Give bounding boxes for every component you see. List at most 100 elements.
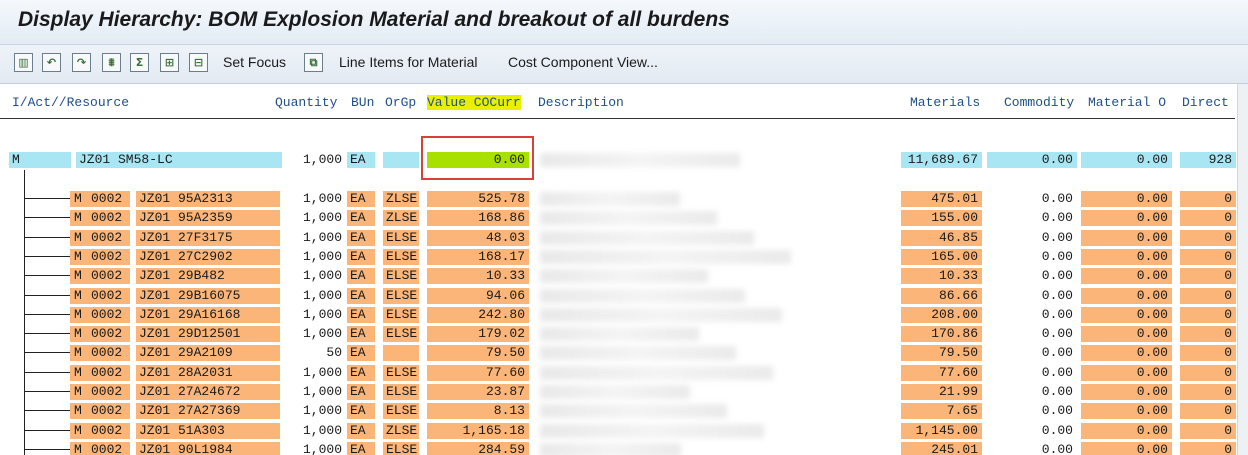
sum-icon[interactable]: Σ <box>130 53 149 72</box>
tree-branch <box>24 256 70 257</box>
row-material-o: 0.00 <box>1081 230 1172 246</box>
header-divider <box>0 118 1235 119</box>
row-value: 284.59 <box>427 442 529 455</box>
column-header-material-o[interactable]: Material O <box>1088 95 1166 110</box>
row-commodity: 0.00 <box>1041 423 1073 438</box>
line-items-icon[interactable]: ⧉ <box>304 53 323 72</box>
row-material: JZ01 29B16075 <box>136 288 280 304</box>
back-document-icon[interactable]: ↶ <box>42 53 61 72</box>
row-plant: 0002 <box>91 249 123 264</box>
line-items-for-material-button[interactable]: Line Items for Material <box>339 54 478 70</box>
row-value: 48.03 <box>427 230 529 246</box>
row-material: JZ01 95A2359 <box>136 210 280 226</box>
column-header-commodity[interactable]: Commodity <box>1004 95 1074 110</box>
column-header-direct[interactable]: Direct <box>1182 95 1229 110</box>
row-quantity: 1,000 <box>302 230 342 245</box>
column-header-bun[interactable]: BUn <box>351 95 374 110</box>
row-direct: 0 <box>1180 210 1236 226</box>
tree-branch <box>24 449 70 450</box>
row-orggp: ELSE <box>383 307 419 323</box>
row-material-o: 0.00 <box>1081 210 1172 226</box>
row-commodity: 0.00 <box>1041 326 1073 341</box>
set-focus-button[interactable]: Set Focus <box>223 54 286 70</box>
row-description-redacted <box>540 289 745 303</box>
row-bun: EA <box>347 326 375 342</box>
column-header-materials[interactable]: Materials <box>910 95 980 110</box>
row-plant: 0002 <box>91 191 123 206</box>
row-materials: 155.00 <box>901 210 982 226</box>
tree-branch <box>24 217 70 218</box>
row-direct: 0 <box>1180 345 1236 361</box>
filter-icon[interactable]: ⩩ <box>102 53 121 72</box>
row-quantity: 1,000 <box>302 191 342 206</box>
row-quantity: 1,000 <box>302 307 342 322</box>
row-orggp: ZLSE <box>383 210 419 226</box>
row-direct: 0 <box>1180 249 1236 265</box>
column-header-description[interactable]: Description <box>538 95 624 110</box>
row-commodity: 0.00 <box>1041 307 1073 322</box>
row-orggp: ELSE <box>383 442 419 455</box>
row-bun: EA <box>347 442 375 455</box>
column-header-orggp[interactable]: OrGp <box>385 95 416 110</box>
row-value: 525.78 <box>427 191 529 207</box>
row-quantity: 1,000 <box>302 403 342 418</box>
row-material: JZ01 29A2109 <box>136 345 280 361</box>
title-bar: Display Hierarchy: BOM Explosion Materia… <box>0 0 1248 45</box>
row-commodity: 0.00 <box>1041 268 1073 283</box>
row-material-o: 0.00 <box>1081 403 1172 419</box>
row-bun: EA <box>347 210 375 226</box>
row-direct: 0 <box>1180 230 1236 246</box>
row-description-redacted <box>540 327 699 341</box>
row-materials: 245.01 <box>901 442 982 455</box>
row-material: JZ01 28A2031 <box>136 365 280 381</box>
row-material: JZ01 29B482 <box>136 268 280 284</box>
row-commodity: 0.00 <box>1041 191 1073 206</box>
row-description-redacted <box>540 346 736 360</box>
column-header-resource[interactable]: I/Act//Resource <box>12 95 129 110</box>
row-description-redacted <box>540 443 681 455</box>
row-commodity: 0.00 <box>1041 210 1073 225</box>
row-orggp: ELSE <box>383 268 419 284</box>
vertical-scrollbar[interactable] <box>1237 84 1248 455</box>
row-material-o: 0.00 <box>1081 288 1172 304</box>
row-material-o: 0.00 <box>1081 307 1172 323</box>
select-layout-icon[interactable]: ▥ <box>14 53 33 72</box>
row-material: JZ01 51A303 <box>136 423 280 439</box>
row-bun: EA <box>347 249 375 265</box>
row-commodity: 0.00 <box>1041 384 1073 399</box>
top-row-materials: 11,689.67 <box>901 152 982 168</box>
row-commodity: 0.00 <box>1041 288 1073 303</box>
column-header-quantity[interactable]: Quantity <box>275 95 337 110</box>
column-header-value[interactable]: Value COCurr <box>427 95 521 110</box>
row-value: 242.80 <box>427 307 529 323</box>
forward-document-icon[interactable]: ↷ <box>72 53 91 72</box>
row-material-o: 0.00 <box>1081 249 1172 265</box>
row-direct: 0 <box>1180 268 1236 284</box>
row-materials: 170.86 <box>901 326 982 342</box>
row-materials: 77.60 <box>901 365 982 381</box>
tree-connector <box>24 170 25 455</box>
row-direct: 0 <box>1180 403 1236 419</box>
row-plant: 0002 <box>91 230 123 245</box>
row-quantity: 1,000 <box>302 210 342 225</box>
row-value: 23.87 <box>427 384 529 400</box>
page-title: Display Hierarchy: BOM Explosion Materia… <box>18 8 730 31</box>
row-value: 179.02 <box>427 326 529 342</box>
row-plant: 0002 <box>91 307 123 322</box>
top-row-material: JZ01 SM58-LC <box>76 152 282 168</box>
collapse-icon[interactable]: ⊟ <box>189 53 208 72</box>
row-material: JZ01 95A2313 <box>136 191 280 207</box>
row-bun: EA <box>347 365 375 381</box>
row-value: 168.17 <box>427 249 529 265</box>
hierarchy-grid: I/Act//Resource Quantity BUn OrGp Value … <box>0 84 1248 455</box>
tree-branch <box>24 430 70 431</box>
row-value: 1,165.18 <box>427 423 529 439</box>
top-row-type: M <box>9 152 71 168</box>
cost-component-view-button[interactable]: Cost Component View... <box>508 54 658 70</box>
row-description-redacted <box>540 385 690 399</box>
row-direct: 0 <box>1180 442 1236 455</box>
row-commodity: 0.00 <box>1041 345 1073 360</box>
row-material: JZ01 27F3175 <box>136 230 280 246</box>
row-plant: 0002 <box>91 403 123 418</box>
expand-all-icon[interactable]: ⊞ <box>160 53 179 72</box>
